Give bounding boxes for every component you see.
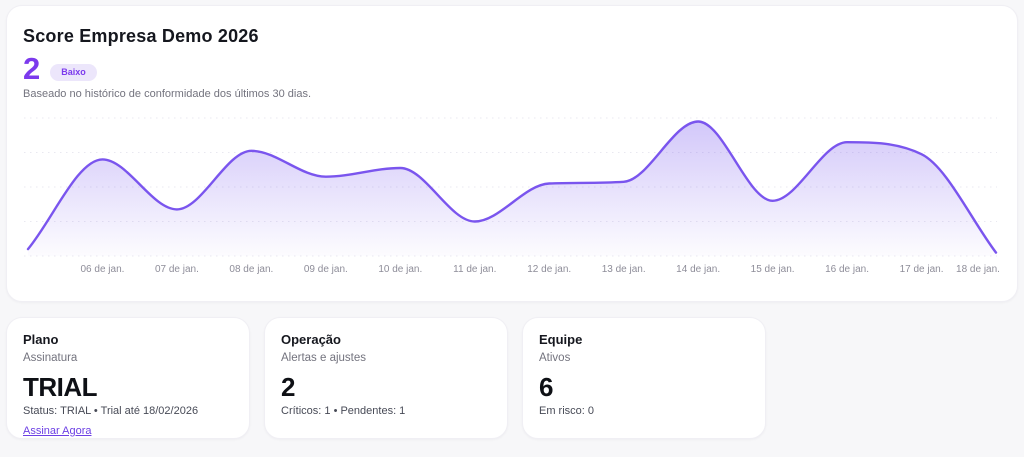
- dashboard-page: Score Empresa Demo 2026 2 Baixo Baseado …: [0, 0, 1024, 439]
- score-level-badge: Baixo: [50, 63, 97, 81]
- x-axis-label: 17 de jan.: [899, 263, 944, 275]
- plan-value: TRIAL: [23, 371, 98, 402]
- x-axis-label: 08 de jan.: [229, 263, 274, 275]
- x-axis-label: 15 de jan.: [750, 263, 795, 275]
- x-axis-label: 10 de jan.: [378, 263, 423, 275]
- summary-cards-row: Plano Assinatura TRIAL Status: TRIAL • T…: [6, 317, 1018, 439]
- card-subtitle: Alertas e ajustes: [281, 351, 367, 364]
- team-risk-detail: Em risco: 0: [539, 404, 595, 417]
- score-panel: Score Empresa Demo 2026 2 Baixo Baseado …: [6, 5, 1018, 302]
- card-subtitle: Assinatura: [23, 351, 78, 364]
- team-card: Equipe Ativos 6 Em risco: 0: [522, 317, 766, 439]
- x-axis-label: 14 de jan.: [676, 263, 721, 275]
- alerts-breakdown: Críticos: 1 • Pendentes: 1: [281, 404, 406, 417]
- chart-x-axis: 06 de jan. 07 de jan. 08 de jan. 09 de jan.…: [23, 264, 1001, 278]
- score-row: 2 Baixo: [23, 50, 1001, 86]
- x-axis-label: 09 de jan.: [303, 263, 348, 275]
- x-axis-label: 12 de jan.: [527, 263, 572, 275]
- operations-card: Operação Alertas e ajustes 2 Críticos: 1…: [264, 317, 508, 439]
- area-chart-canvas[interactable]: [23, 115, 1001, 259]
- x-axis-label: 13 de jan.: [601, 263, 646, 275]
- alerts-count: 2: [281, 371, 295, 402]
- active-members-count: 6: [539, 371, 553, 402]
- card-title: Plano: [23, 332, 59, 347]
- card-title: Operação: [281, 332, 341, 347]
- subscribe-now-link[interactable]: Assinar Agora: [23, 425, 91, 437]
- score-history-chart[interactable]: 06 de jan. 07 de jan. 08 de jan. 09 de jan.…: [23, 115, 1001, 278]
- x-axis-label: 18 de jan.: [956, 263, 1000, 275]
- page-title: Score Empresa Demo 2026: [23, 26, 259, 46]
- x-axis-label: 11 de jan.: [453, 263, 497, 275]
- x-axis-label: 06 de jan.: [80, 263, 125, 275]
- plan-status-detail: Status: TRIAL • Trial até 18/02/2026: [23, 404, 199, 417]
- score-subtitle: Baseado no histórico de conformidade dos…: [23, 87, 312, 100]
- card-subtitle: Ativos: [539, 351, 571, 364]
- x-axis-label: 16 de jan.: [825, 263, 870, 275]
- plan-card: Plano Assinatura TRIAL Status: TRIAL • T…: [6, 317, 250, 439]
- score-value: 2: [23, 50, 41, 86]
- x-axis-label: 07 de jan.: [154, 263, 199, 275]
- card-title: Equipe: [539, 332, 583, 347]
